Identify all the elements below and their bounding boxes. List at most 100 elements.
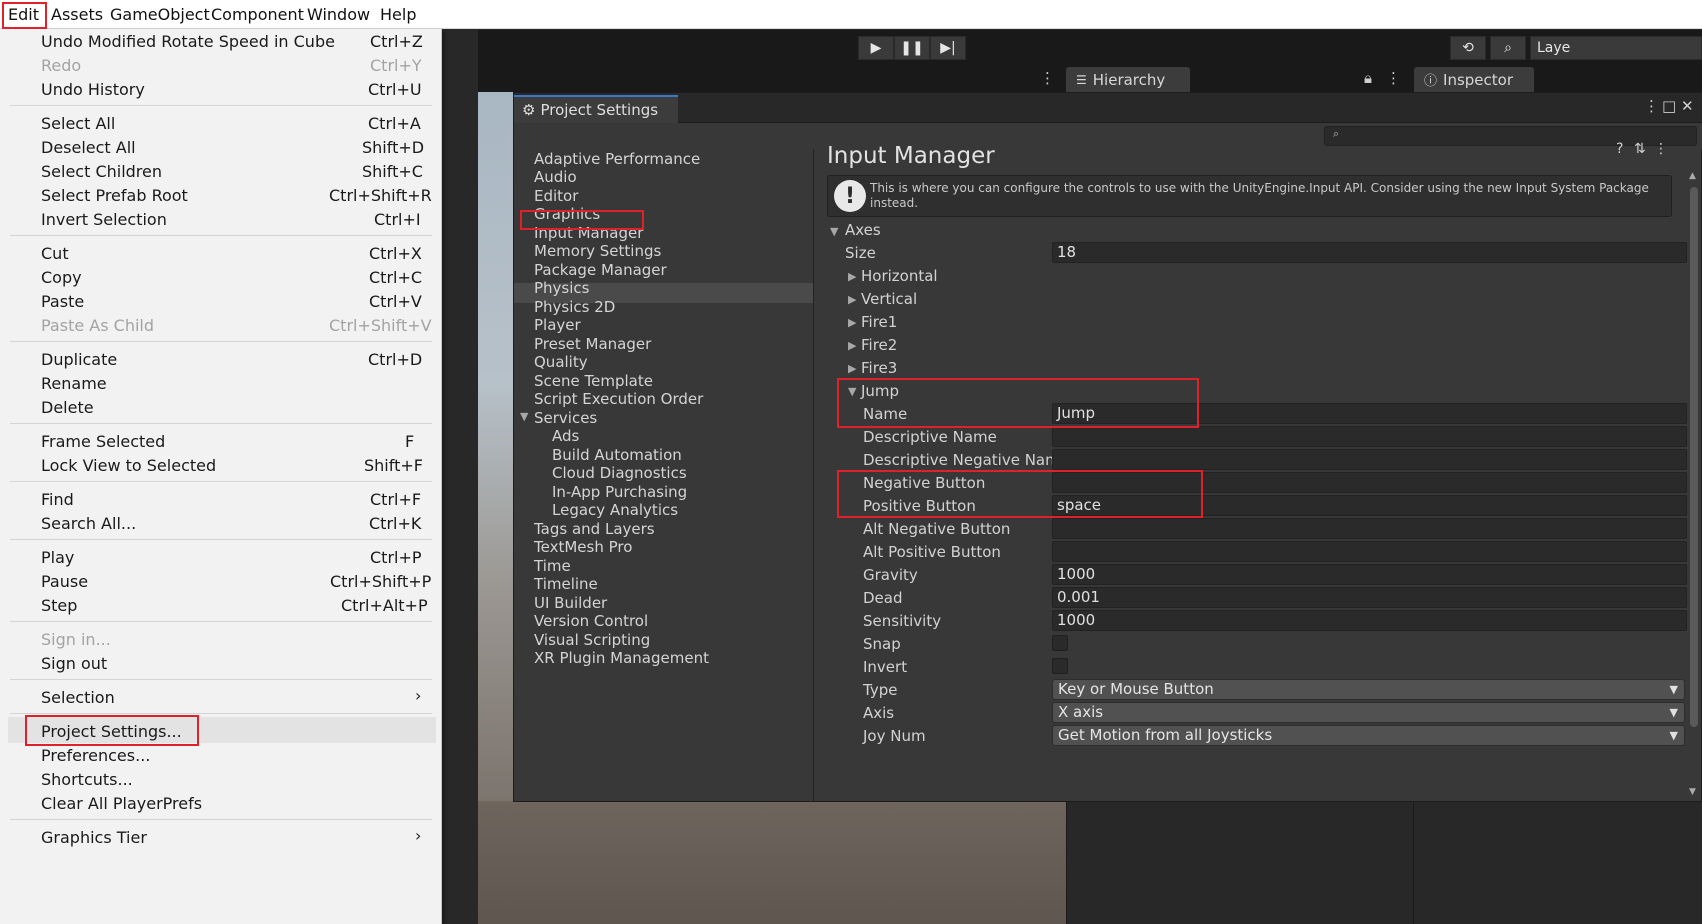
vertical-scrollbar[interactable]: ▲ ▼: [1687, 171, 1701, 799]
maximize-icon[interactable]: □: [1662, 97, 1676, 115]
snap-checkbox[interactable]: [1052, 635, 1068, 651]
menu-item-rename[interactable]: Rename: [41, 374, 107, 393]
axis-horizontal[interactable]: Horizontal: [861, 267, 938, 285]
category-cloud-diagnostics[interactable]: Cloud Diagnostics: [552, 463, 687, 483]
menu-item-step[interactable]: Step: [41, 596, 77, 615]
alt-negative-button-field[interactable]: [1052, 518, 1687, 539]
menu-item-project-settings[interactable]: Project Settings...: [41, 722, 182, 741]
category-timeline[interactable]: Timeline: [534, 574, 598, 594]
menu-item-sign-out[interactable]: Sign out: [41, 654, 107, 673]
menu-item-lock-view[interactable]: Lock View to Selected: [41, 456, 216, 475]
category-memory-settings[interactable]: Memory Settings: [534, 241, 661, 261]
menu-item-delete[interactable]: Delete: [41, 398, 94, 417]
axis-jump[interactable]: Jump: [861, 382, 899, 400]
close-icon[interactable]: ✕: [1681, 97, 1694, 115]
step-button[interactable]: ▶|: [930, 36, 966, 60]
axis-vertical[interactable]: Vertical: [861, 290, 917, 308]
tab-project-settings[interactable]: ⚙ Project Settings: [514, 95, 678, 123]
category-input-manager[interactable]: Input Manager: [534, 223, 643, 243]
category-preset-manager[interactable]: Preset Manager: [534, 334, 651, 354]
category-build-automation[interactable]: Build Automation: [552, 445, 682, 465]
menu-item-undo[interactable]: Undo Modified Rotate Speed in Cube: [41, 32, 335, 51]
category-player[interactable]: Player: [534, 315, 581, 335]
menu-component[interactable]: Component: [211, 5, 304, 24]
tab-hierarchy[interactable]: ☰ Hierarchy: [1066, 67, 1190, 92]
category-graphics[interactable]: Graphics: [534, 204, 600, 224]
category-legacy-analytics[interactable]: Legacy Analytics: [552, 500, 678, 520]
category-xr-plugin-management[interactable]: XR Plugin Management: [534, 648, 709, 668]
collapsed-triangle-icon[interactable]: ▶: [848, 270, 856, 283]
menu-item-paste-as-child[interactable]: Paste As Child: [41, 316, 154, 335]
expanded-triangle-icon[interactable]: ▼: [830, 225, 838, 238]
menu-item-frame-selected[interactable]: Frame Selected: [41, 432, 165, 451]
menu-gameobject[interactable]: GameObject: [110, 5, 210, 24]
menu-item-select-prefab-root[interactable]: Select Prefab Root: [41, 186, 188, 205]
category-visual-scripting[interactable]: Visual Scripting: [534, 630, 650, 650]
menu-item-copy[interactable]: Copy: [41, 268, 82, 287]
menu-item-selection[interactable]: Selection: [41, 688, 115, 707]
menu-item-select-children[interactable]: Select Children: [41, 162, 162, 181]
descriptive-negative-name-field[interactable]: [1052, 449, 1687, 470]
category-tags-and-layers[interactable]: Tags and Layers: [534, 519, 655, 539]
category-ads[interactable]: Ads: [552, 426, 579, 446]
category-scene-template[interactable]: Scene Template: [534, 371, 653, 391]
expanded-triangle-icon[interactable]: ▼: [520, 410, 528, 423]
menu-item-select-all[interactable]: Select All: [41, 114, 115, 133]
more-icon[interactable]: ⋮: [1654, 141, 1668, 157]
joy-num-dropdown[interactable]: Get Motion from all Joysticks ▼: [1052, 725, 1685, 746]
menu-item-undo-history[interactable]: Undo History: [41, 80, 145, 99]
category-textmesh-pro[interactable]: TextMesh Pro: [534, 537, 632, 557]
more-icon[interactable]: ⋮: [1386, 69, 1401, 87]
tab-inspector[interactable]: ⓘ Inspector: [1414, 67, 1534, 92]
category-package-manager[interactable]: Package Manager: [534, 260, 667, 280]
alt-positive-button-field[interactable]: [1052, 541, 1687, 562]
category-physics[interactable]: Physics: [534, 278, 589, 298]
axis-fire3[interactable]: Fire3: [861, 359, 897, 377]
positive-button-field[interactable]: space: [1052, 495, 1687, 516]
expanded-triangle-icon[interactable]: ▼: [848, 385, 856, 398]
name-field[interactable]: Jump: [1052, 403, 1687, 424]
category-version-control[interactable]: Version Control: [534, 611, 648, 631]
dead-field[interactable]: 0.001: [1052, 587, 1687, 608]
menu-window[interactable]: Window: [307, 5, 370, 24]
menu-item-find[interactable]: Find: [41, 490, 74, 509]
play-button[interactable]: ▶: [858, 36, 894, 60]
menu-item-shortcuts[interactable]: Shortcuts...: [41, 770, 133, 789]
layers-dropdown[interactable]: Laye: [1530, 36, 1702, 60]
menu-item-pause[interactable]: Pause: [41, 572, 88, 591]
axis-fire2[interactable]: Fire2: [861, 336, 897, 354]
category-services[interactable]: Services: [534, 408, 597, 428]
collapsed-triangle-icon[interactable]: ▶: [848, 293, 856, 306]
menu-item-clear-playerprefs[interactable]: Clear All PlayerPrefs: [41, 794, 202, 813]
menu-assets[interactable]: Assets: [51, 5, 103, 24]
help-icon[interactable]: ?: [1616, 141, 1623, 157]
menu-item-play[interactable]: Play: [41, 548, 74, 567]
menu-help[interactable]: Help: [380, 5, 416, 24]
search-button[interactable]: ⌕: [1490, 36, 1526, 60]
menu-item-invert-selection[interactable]: Invert Selection: [41, 210, 167, 229]
menu-item-search-all[interactable]: Search All...: [41, 514, 136, 533]
menu-edit[interactable]: Edit: [8, 5, 39, 24]
collapsed-triangle-icon[interactable]: ▶: [848, 339, 856, 352]
category-quality[interactable]: Quality: [534, 352, 588, 372]
negative-button-field[interactable]: [1052, 472, 1687, 493]
sensitivity-field[interactable]: 1000: [1052, 610, 1687, 631]
menu-item-cut[interactable]: Cut: [41, 244, 69, 263]
descriptive-name-field[interactable]: [1052, 426, 1687, 447]
scroll-up-icon[interactable]: ▲: [1689, 171, 1696, 181]
type-dropdown[interactable]: Key or Mouse Button ▼: [1052, 679, 1685, 700]
scroll-down-icon[interactable]: ▼: [1689, 787, 1696, 797]
menu-item-sign-in[interactable]: Sign in...: [41, 630, 111, 649]
size-field[interactable]: 18: [1052, 242, 1687, 263]
gravity-field[interactable]: 1000: [1052, 564, 1687, 585]
menu-item-paste[interactable]: Paste: [41, 292, 84, 311]
category-script-execution-order[interactable]: Script Execution Order: [534, 389, 703, 409]
category-audio[interactable]: Audio: [534, 167, 577, 187]
category-time[interactable]: Time: [534, 556, 571, 576]
history-button[interactable]: ⟲: [1450, 36, 1486, 60]
lock-icon[interactable]: 🔒︎: [1364, 69, 1372, 87]
collapsed-triangle-icon[interactable]: ▶: [848, 316, 856, 329]
more-icon[interactable]: ⋮: [1644, 97, 1659, 115]
invert-checkbox[interactable]: [1052, 658, 1068, 674]
menu-item-redo[interactable]: Redo: [41, 56, 81, 75]
